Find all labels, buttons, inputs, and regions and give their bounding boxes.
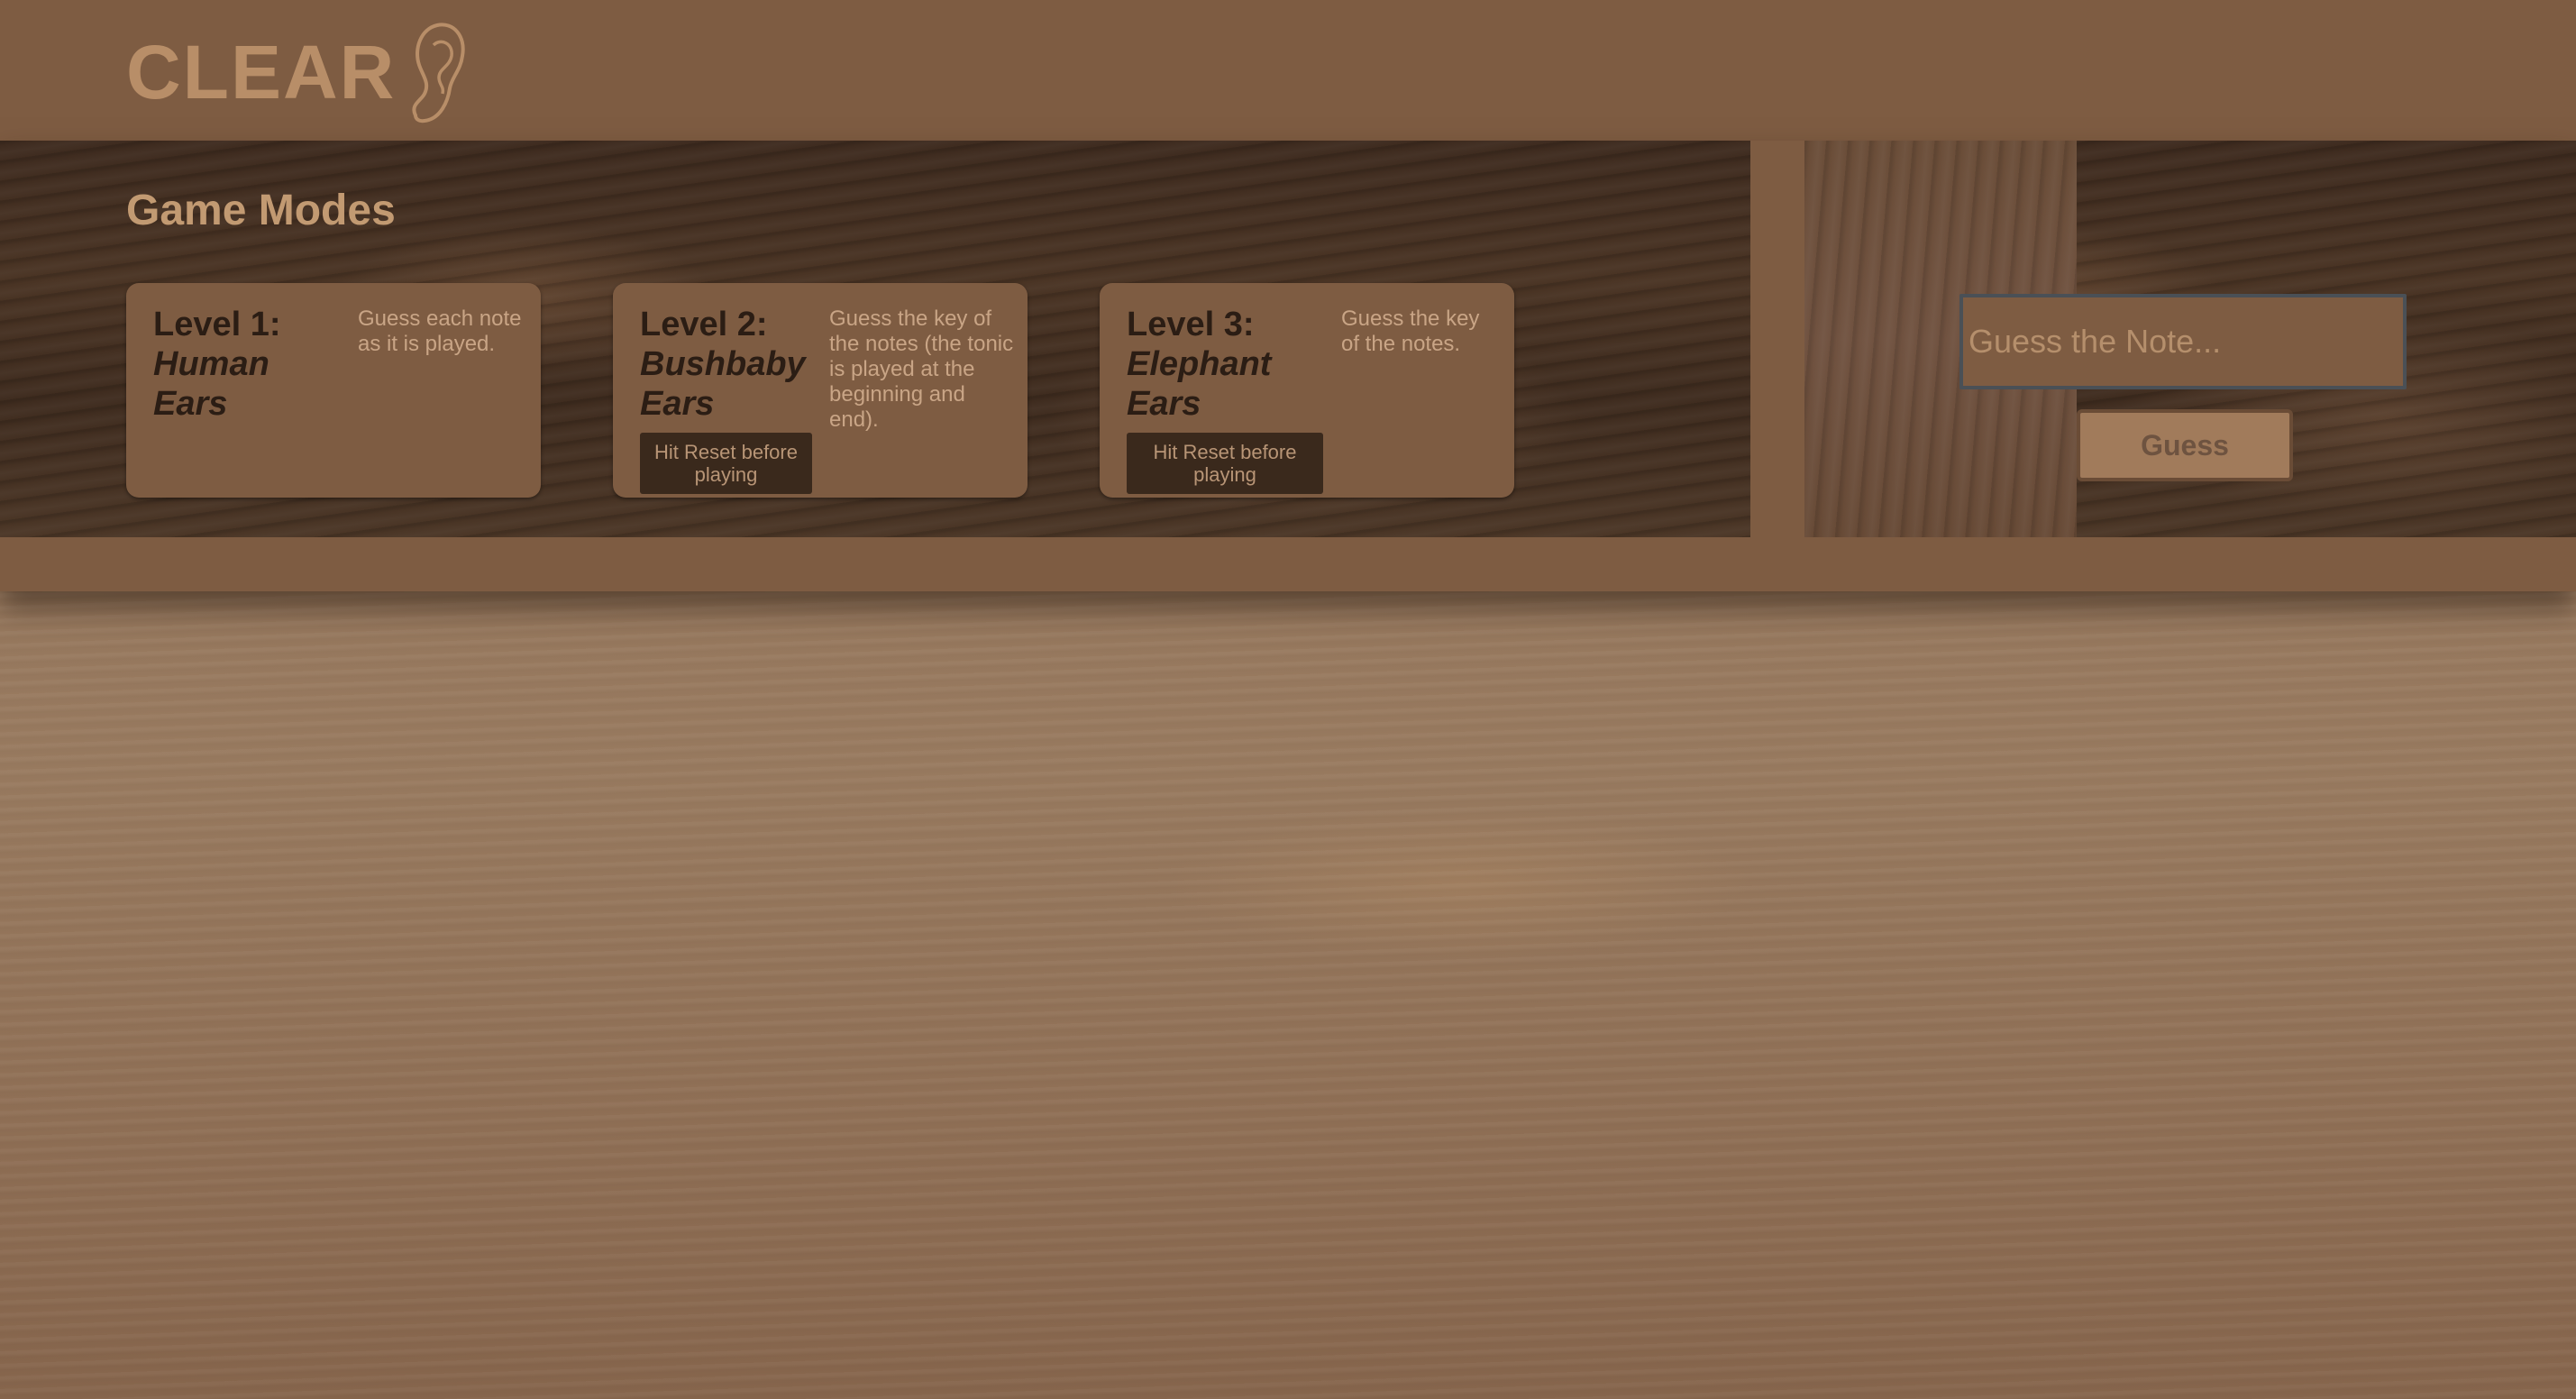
level-3-number: Level 3: [1127,306,1255,343]
level-3-heading: Level 3: Elephant Ears [1127,305,1334,424]
main-band: Game Modes Level 1: Human Ears Guess eac… [0,141,2576,591]
ear-icon [412,23,466,123]
level-2-heading: Level 2: Bushbaby Ears [640,305,829,424]
logo-text: CLEAR [126,29,397,114]
level-1-description: Guess each note as it is played. [358,306,522,356]
game-modes-panel: Game Modes Level 1: Human Ears Guess eac… [0,141,1750,537]
level-2-description: Guess the key of the notes (the tonic is… [829,306,1014,432]
game-modes-title: Game Modes [126,187,396,234]
level-3-description: Guess the key of the notes. [1341,306,1480,356]
level-1-card[interactable]: Level 1: Human Ears Guess each note as i… [126,283,541,498]
logo[interactable]: CLEAR [126,18,470,126]
level-1-name: Human Ears [153,345,269,423]
guess-note-input[interactable] [1959,294,2407,389]
level-2-number: Level 2: [640,306,768,343]
level-3-name: Elephant Ears [1127,345,1272,423]
site-header: CLEAR [0,0,2576,141]
level-3-reset-button[interactable]: Hit Reset before playing [1127,433,1323,494]
guess-button[interactable]: Guess [2077,409,2293,481]
level-1-heading: Level 1: Human Ears [153,305,343,424]
level-2-name: Bushbaby Ears [640,345,806,423]
level-1-number: Level 1: [153,306,281,343]
level-2-reset-button[interactable]: Hit Reset before playing [640,433,812,494]
